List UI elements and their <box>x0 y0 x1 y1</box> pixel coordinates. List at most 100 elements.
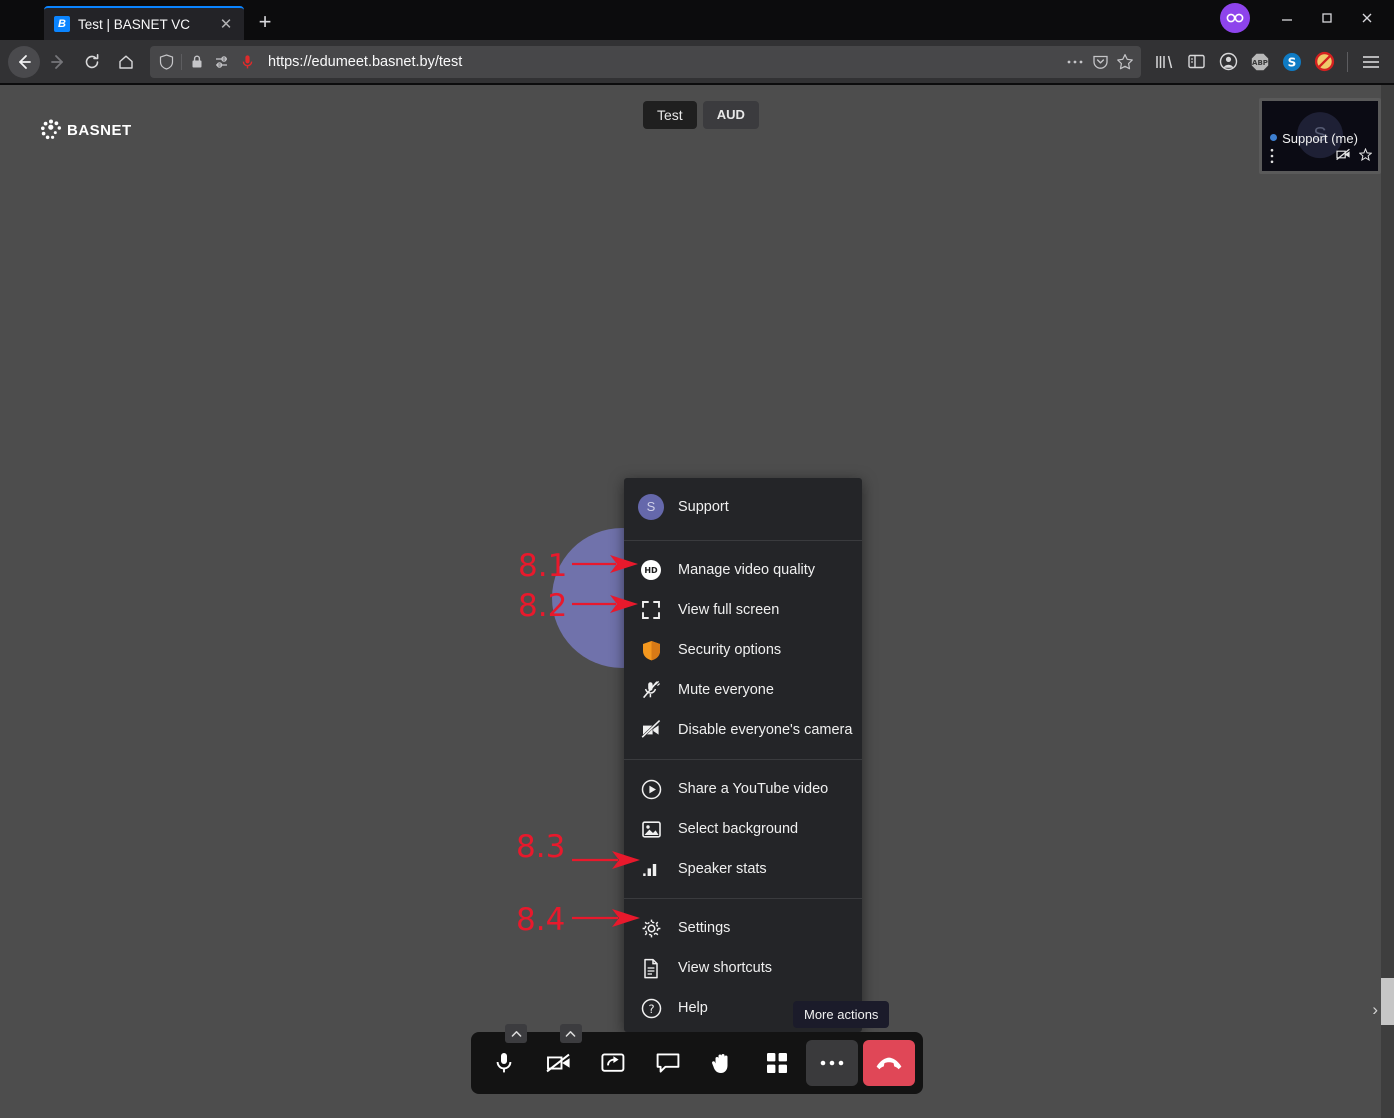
menu-item-share-youtube-video[interactable]: Share a YouTube video <box>624 769 862 809</box>
menu-item-settings[interactable]: Settings <box>624 908 862 948</box>
bookmark-star-icon[interactable] <box>1115 52 1135 72</box>
question-circle-icon: ? <box>624 998 678 1019</box>
room-name-chip[interactable]: Test <box>643 101 697 129</box>
browser-toolbar-icons: ABP S <box>1149 47 1386 77</box>
menu-divider <box>624 759 862 760</box>
menu-item-label: Security options <box>678 642 782 658</box>
more-actions-menu: S Support HD Manage video quality View f… <box>624 478 862 1032</box>
close-icon[interactable]: ✕ <box>216 14 236 34</box>
library-icon[interactable] <box>1149 47 1179 77</box>
permissions-icon[interactable] <box>212 52 232 72</box>
menu-group-moderation: HD Manage video quality View full screen… <box>624 546 862 754</box>
menu-item-disable-everyones-camera[interactable]: Disable everyone's camera <box>624 710 862 750</box>
noscript-icon[interactable] <box>1309 47 1339 77</box>
browser-tab[interactable]: B Test | BASNET VC ✕ <box>44 6 244 40</box>
menu-item-label: Manage video quality <box>678 562 816 578</box>
menu-item-view-full-screen[interactable]: View full screen <box>624 590 862 630</box>
annotation-arrow-8-1 <box>572 555 638 573</box>
menu-item-select-background[interactable]: Select background <box>624 809 862 849</box>
avatar: S <box>624 493 678 520</box>
menu-header-label: Support <box>678 498 729 515</box>
hangup-button[interactable] <box>862 1040 915 1086</box>
hamburger-menu-icon[interactable] <box>1356 47 1386 77</box>
annotation-label-8-3: 8.3 <box>516 829 566 865</box>
menu-item-label: Mute everyone <box>678 682 774 698</box>
window-close-button[interactable] <box>1348 1 1386 35</box>
menu-divider <box>624 540 862 541</box>
reload-icon[interactable] <box>76 46 108 78</box>
account-icon[interactable] <box>1213 47 1243 77</box>
menu-divider <box>624 898 862 899</box>
svg-text:ABP: ABP <box>1252 59 1268 67</box>
menu-item-label: Select background <box>678 821 799 837</box>
menu-item-label: Share a YouTube video <box>678 781 829 797</box>
home-icon[interactable] <box>110 46 142 78</box>
menu-group-media: Share a YouTube video Select background … <box>624 765 862 893</box>
screen-share-button[interactable] <box>588 1040 638 1086</box>
participant-name: Support (me) <box>1282 131 1358 146</box>
menu-item-manage-video-quality[interactable]: HD Manage video quality <box>624 550 862 590</box>
menu-item-label: Speaker stats <box>678 861 767 877</box>
star-icon[interactable] <box>1358 147 1373 166</box>
menu-item-view-shortcuts[interactable]: View shortcuts <box>624 948 862 988</box>
svg-text:?: ? <box>648 1002 654 1016</box>
chevron-up-icon[interactable] <box>559 1024 582 1043</box>
camera-button[interactable] <box>534 1024 584 1086</box>
shield-icon <box>624 640 678 661</box>
menu-item-mute-everyone[interactable]: Mute everyone <box>624 670 862 710</box>
tile-status-icons <box>1336 147 1373 166</box>
window-controls <box>1220 0 1394 36</box>
basnet-spiral-icon <box>41 119 61 140</box>
annotation-arrow-8-4 <box>572 909 640 927</box>
chat-button[interactable] <box>643 1040 693 1086</box>
tab-title: Test | BASNET VC <box>78 16 191 32</box>
raise-hand-button[interactable] <box>697 1040 747 1086</box>
self-video-tile[interactable]: S Support (me) <box>1259 98 1381 174</box>
microphone-button[interactable] <box>479 1024 529 1086</box>
url-text[interactable]: https://edumeet.basnet.by/test <box>268 54 1060 70</box>
page-scrollbar[interactable] <box>1381 85 1394 1118</box>
back-arrow-icon[interactable] <box>8 45 40 78</box>
chevron-up-icon[interactable] <box>505 1024 527 1043</box>
vertical-dots-icon[interactable] <box>1270 148 1274 164</box>
tab-strip: B Test | BASNET VC ✕ + <box>0 0 280 40</box>
tile-view-button[interactable] <box>752 1040 802 1086</box>
minimize-button[interactable] <box>1268 1 1306 35</box>
forward-arrow-icon[interactable] <box>42 46 74 78</box>
play-circle-icon <box>624 779 678 800</box>
annotation-label-8-4: 8.4 <box>516 902 566 938</box>
document-icon <box>624 958 678 979</box>
svg-text:S: S <box>1288 55 1297 69</box>
logo-text: BASNET <box>67 121 132 139</box>
toolbar-divider <box>1347 51 1348 72</box>
menu-item-speaker-stats[interactable]: Speaker stats <box>624 849 862 889</box>
pocket-icon[interactable] <box>1090 52 1110 72</box>
annotation-label-8-1: 8.1 <box>518 548 568 584</box>
padlock-icon[interactable] <box>187 52 207 72</box>
browser-titlebar: B Test | BASNET VC ✕ + <box>0 0 1394 40</box>
meeting-toolbar <box>471 1024 923 1094</box>
shield-icon[interactable] <box>156 52 176 72</box>
audio-only-badge[interactable]: AUD <box>702 101 759 129</box>
mask-icon[interactable] <box>1220 3 1250 33</box>
url-bar[interactable]: https://edumeet.basnet.by/test <box>150 45 1141 78</box>
adblock-plus-icon[interactable]: ABP <box>1245 47 1275 77</box>
sidebar-icon[interactable] <box>1181 47 1211 77</box>
annotation-label-8-2: 8.2 <box>518 588 568 624</box>
menu-item-label: Disable everyone's camera <box>678 722 853 738</box>
new-tab-button[interactable]: + <box>250 7 280 37</box>
camera-off-icon <box>1336 148 1351 166</box>
camera-off-icon <box>624 719 678 741</box>
scrollbar-thumb[interactable] <box>1381 978 1394 1025</box>
chevron-right-icon[interactable]: › <box>1372 1000 1378 1020</box>
page-actions-icon[interactable] <box>1065 52 1085 72</box>
menu-item-label: View shortcuts <box>678 960 773 976</box>
menu-item-label: Help <box>678 1000 708 1016</box>
meeting-page: BASNET Test AUD S Support (me) S Support… <box>0 85 1394 1118</box>
skype-icon[interactable]: S <box>1277 47 1307 77</box>
microphone-active-icon[interactable] <box>237 52 257 72</box>
menu-item-security-options[interactable]: Security options <box>624 630 862 670</box>
maximize-button[interactable] <box>1308 1 1346 35</box>
mic-off-icon <box>624 679 678 701</box>
more-actions-button[interactable] <box>806 1040 859 1086</box>
